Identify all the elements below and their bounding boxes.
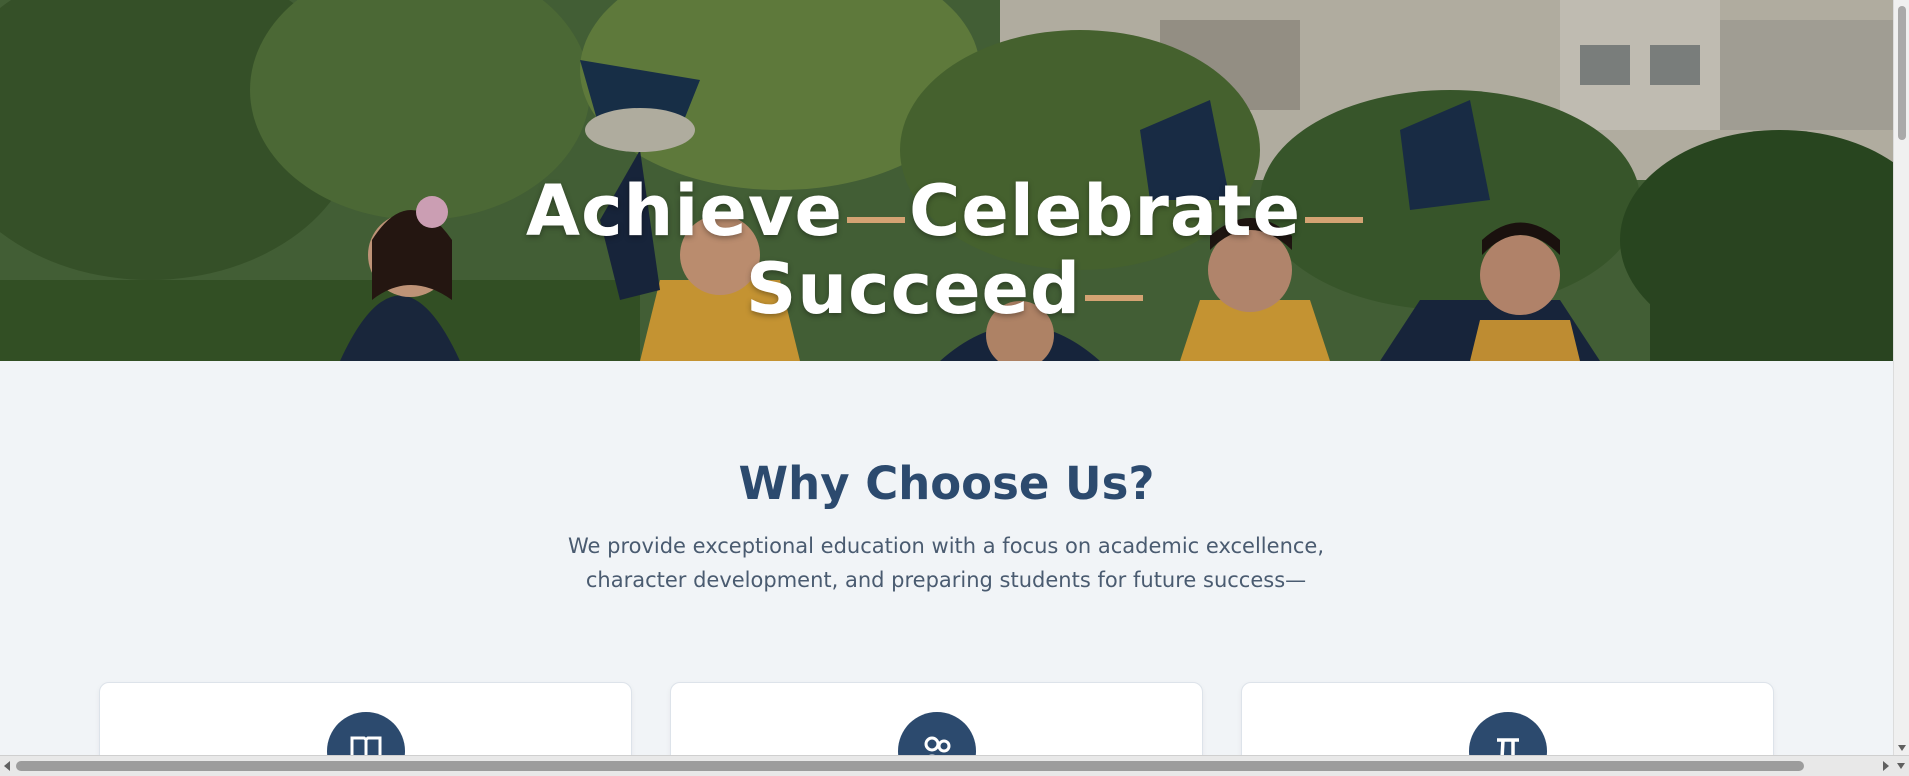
page-viewport: Achieve Celebrate Succeed Why Choose Us? … bbox=[0, 0, 1893, 755]
pi-icon bbox=[1496, 738, 1519, 755]
feature-icon-circle bbox=[1468, 712, 1547, 755]
horizontal-scrollbar[interactable] bbox=[0, 755, 1909, 776]
hero-word-succeed: Succeed bbox=[745, 248, 1082, 330]
book-icon bbox=[350, 736, 381, 755]
hero-heading-line-2: Succeed bbox=[0, 250, 1893, 328]
feature-card-stem[interactable] bbox=[1241, 682, 1774, 755]
vertical-scrollbar-thumb[interactable] bbox=[1898, 6, 1906, 140]
hero-word-celebrate: Celebrate bbox=[908, 170, 1302, 252]
hero-heading-line-1: Achieve Celebrate bbox=[0, 172, 1893, 250]
accent-dash bbox=[1085, 294, 1144, 301]
feature-icon-circle bbox=[897, 712, 976, 755]
accent-dash bbox=[1305, 216, 1364, 223]
accent-dash bbox=[846, 216, 905, 223]
feature-card-community[interactable] bbox=[670, 682, 1203, 755]
section-subtitle: We provide exceptional education with a … bbox=[567, 534, 1325, 592]
hero-word-achieve: Achieve bbox=[525, 170, 843, 252]
people-icon bbox=[924, 736, 950, 755]
feature-icon-circle bbox=[326, 712, 405, 755]
section-title: Why Choose Us? bbox=[738, 457, 1155, 510]
vertical-scrollbar[interactable] bbox=[1893, 0, 1909, 755]
scroll-left-arrow-icon[interactable] bbox=[4, 761, 10, 771]
hero-heading: Achieve Celebrate Succeed bbox=[0, 172, 1893, 328]
scroll-corner-arrow-icon[interactable] bbox=[1897, 763, 1905, 769]
scroll-down-arrow-icon[interactable] bbox=[1898, 745, 1906, 751]
feature-card-academics[interactable] bbox=[99, 682, 632, 755]
scroll-right-arrow-icon[interactable] bbox=[1883, 761, 1889, 771]
horizontal-scrollbar-thumb[interactable] bbox=[16, 761, 1804, 771]
hero-banner: Achieve Celebrate Succeed bbox=[0, 0, 1893, 361]
